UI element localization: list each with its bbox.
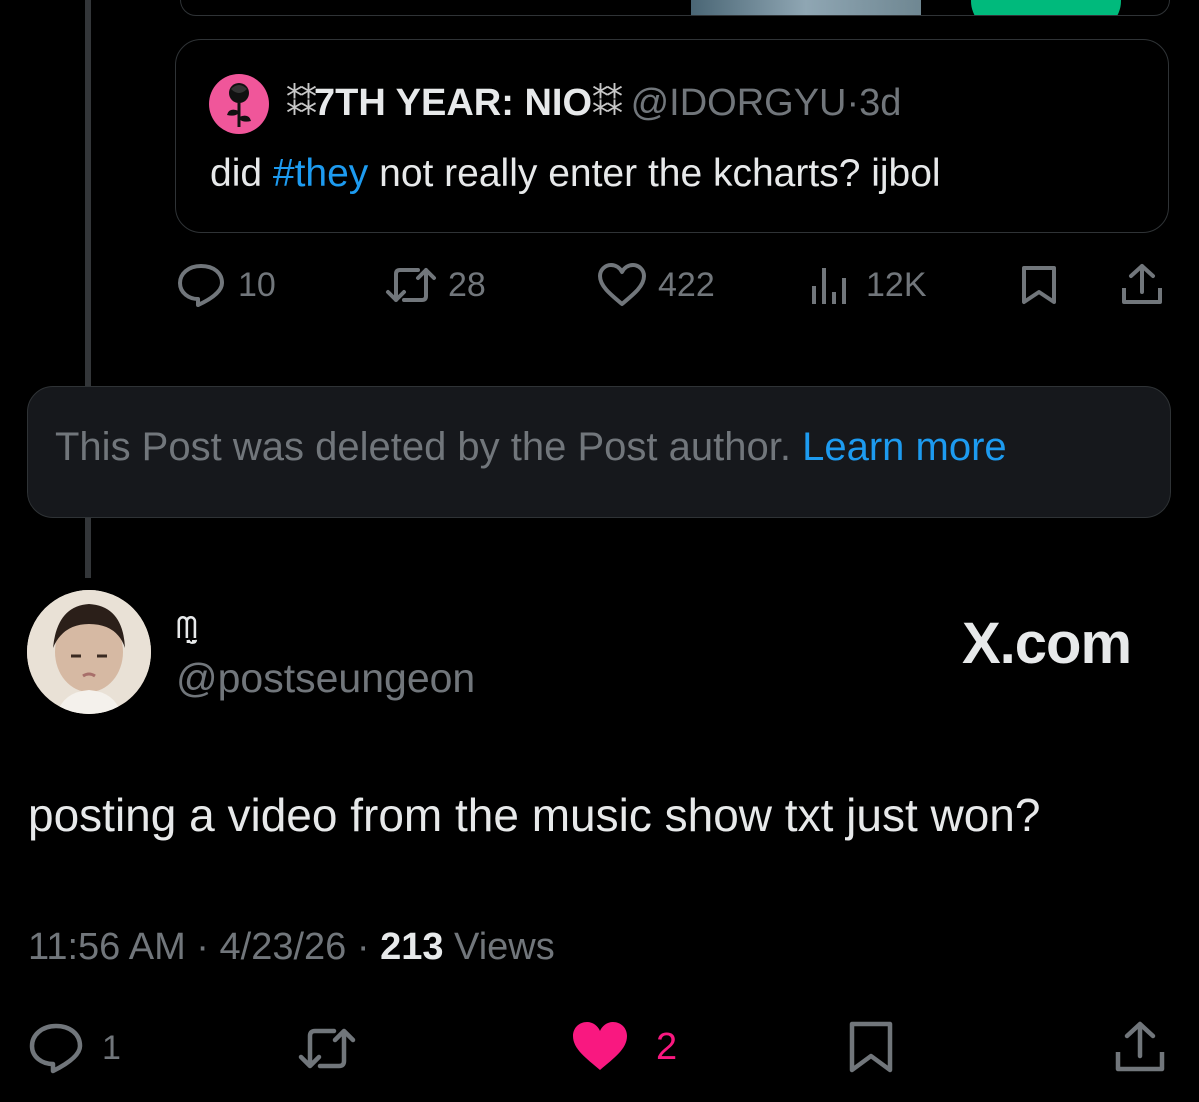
reply-button[interactable]: 10: [176, 262, 276, 308]
thread-line-top: [85, 0, 91, 386]
quoted-handle[interactable]: @IDORGYU: [631, 82, 847, 124]
author-handle[interactable]: @postseungeon: [176, 655, 475, 702]
repost-button[interactable]: [296, 1022, 358, 1074]
views-button[interactable]: 12K: [808, 264, 927, 306]
repost-count: 28: [448, 265, 486, 304]
quoted-time[interactable]: 3d: [859, 82, 901, 124]
reply-icon: [178, 264, 224, 307]
share-button[interactable]: [1118, 262, 1166, 306]
bookmark-button[interactable]: [1018, 264, 1060, 306]
x-com-watermark: X.com: [962, 611, 1132, 676]
views-number: 213: [380, 926, 444, 968]
quoted-post-header: ⁑⁑7TH YEAR: NIO⁑⁑ @IDORGYU·3d: [286, 82, 901, 125]
bookmark-icon: [1022, 266, 1056, 304]
display-name[interactable]: ᗰ̤̮: [176, 612, 198, 646]
bookmark-icon: [849, 1021, 893, 1073]
meta-separator: ·: [185, 926, 220, 968]
share-button[interactable]: [1112, 1020, 1168, 1074]
deleted-notice-text: This Post was deleted by the Post author…: [55, 425, 1007, 470]
share-icon: [1115, 1021, 1165, 1072]
post-date[interactable]: 4/23/26: [220, 926, 347, 968]
post-metadata: 11:56 AM · 4/23/26 · 213 Views: [28, 926, 555, 969]
learn-more-link[interactable]: Learn more: [802, 425, 1007, 469]
like-button[interactable]: 422: [596, 262, 715, 308]
reply-count: 1: [102, 1028, 121, 1067]
deleted-post-notice: This Post was deleted by the Post author…: [27, 386, 1171, 518]
reply-icon: [29, 1023, 83, 1074]
green-badge: [971, 0, 1121, 15]
quoted-display-name[interactable]: 7TH YEAR: NIO: [314, 82, 592, 124]
name-decoration-right: ⁑⁑: [592, 85, 623, 123]
rose-icon: [227, 83, 251, 127]
bookmark-button[interactable]: [846, 1020, 896, 1074]
time-separator: ·: [846, 82, 860, 124]
quoted-text-before: did: [210, 152, 273, 195]
like-count: 2: [656, 1025, 678, 1068]
media-thumbnail: [691, 0, 921, 15]
analytics-icon: [812, 268, 846, 304]
repost-icon: [386, 268, 436, 302]
thread-line-bottom: [85, 518, 91, 578]
share-icon: [1122, 264, 1162, 304]
avatar[interactable]: [27, 590, 151, 714]
reply-count: 10: [238, 265, 276, 304]
quoted-post-card[interactable]: ⁑⁑7TH YEAR: NIO⁑⁑ @IDORGYU·3d did #they …: [175, 39, 1169, 233]
post-text: posting a video from the music show txt …: [28, 789, 1041, 841]
hashtag-link[interactable]: #they: [273, 152, 368, 195]
like-button[interactable]: 2: [570, 1020, 677, 1074]
like-count: 422: [658, 265, 715, 304]
views-label: Views: [443, 926, 555, 968]
repost-icon: [298, 1028, 356, 1069]
previous-media-card[interactable]: [180, 0, 1170, 16]
name-decoration-left: ⁑⁑: [286, 85, 317, 123]
post-time[interactable]: 11:56 AM: [28, 926, 186, 968]
quoted-post-text: did #they not really enter the kcharts? …: [210, 152, 941, 196]
meta-separator: ·: [346, 926, 381, 968]
heart-filled-icon: [573, 1022, 627, 1070]
deleted-message: This Post was deleted by the Post author…: [55, 425, 791, 469]
repost-button[interactable]: 28: [384, 262, 486, 308]
reply-button[interactable]: 1: [28, 1022, 121, 1074]
profile-photo: [27, 590, 151, 714]
views-count: 12K: [866, 265, 927, 304]
heart-outline-icon: [598, 263, 646, 306]
quoted-text-after: not really enter the kcharts? ijbol: [368, 152, 941, 195]
rose-avatar[interactable]: [209, 74, 269, 134]
